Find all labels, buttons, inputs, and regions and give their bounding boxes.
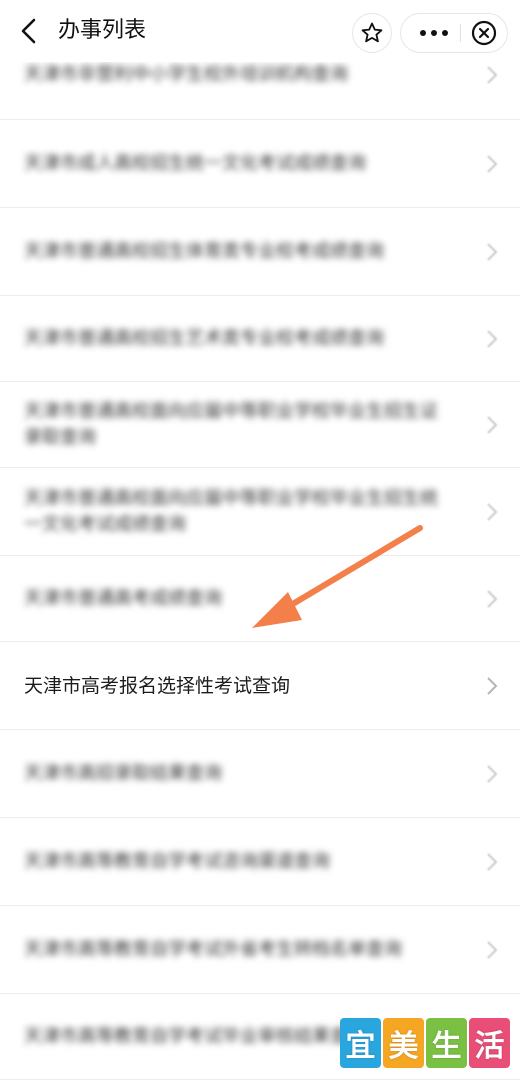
watermark-logo: 宜 美 生 活 xyxy=(340,1018,512,1070)
watermark-char: 宜 xyxy=(340,1018,381,1068)
watermark-char: 活 xyxy=(469,1018,510,1068)
pointer-arrow-annotation xyxy=(252,525,423,628)
watermark-char: 美 xyxy=(383,1018,424,1068)
watermark-char: 生 xyxy=(426,1018,467,1068)
